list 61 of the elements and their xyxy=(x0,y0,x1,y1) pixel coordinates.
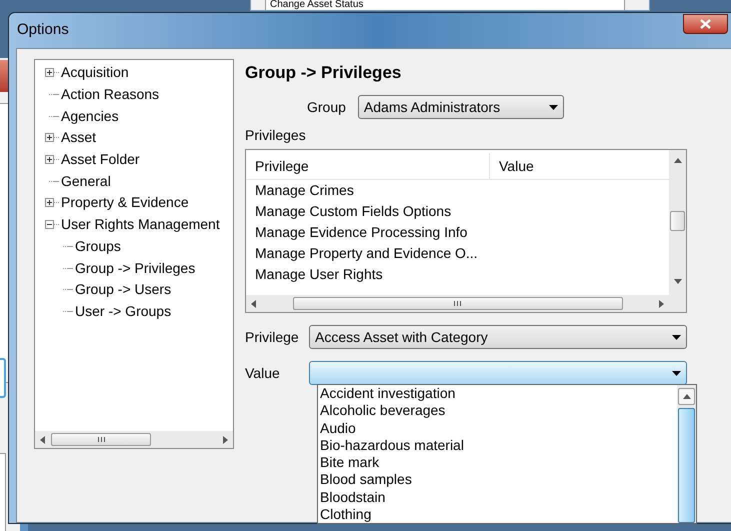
tree-item[interactable]: Asset xyxy=(59,127,98,148)
dropdown[interactable]: Access Asset with Category xyxy=(309,325,687,349)
page-heading: Group -> Privileges xyxy=(245,62,402,84)
dropdown-option[interactable]: Bite mark xyxy=(318,454,677,472)
dropdown-option[interactable]: Audio xyxy=(318,420,677,437)
scroll-arrow-icon[interactable] xyxy=(682,394,690,399)
close-icon xyxy=(700,18,711,28)
field-label: Value xyxy=(245,364,281,382)
dropdown-arrow-icon xyxy=(672,334,681,340)
dropdown-option[interactable]: Alcoholic beverages xyxy=(318,402,677,420)
tree-item[interactable]: Agencies xyxy=(59,106,121,127)
expand-icon[interactable] xyxy=(45,133,54,142)
vertical-scrollbar[interactable] xyxy=(677,385,696,523)
scroll-arrow-icon[interactable] xyxy=(223,436,228,444)
field-label: Privilege xyxy=(245,328,300,347)
tree-item[interactable]: Groups xyxy=(73,236,123,257)
horizontal-scrollbar[interactable] xyxy=(35,431,233,448)
tree-item[interactable]: Property & Evidence xyxy=(59,192,191,214)
expand-icon[interactable] xyxy=(45,155,54,164)
dropdown-option[interactable]: Clothing xyxy=(318,506,677,523)
table-cell-text: Manage Property and Evidence O... xyxy=(254,244,479,263)
scroll-thumb[interactable] xyxy=(678,408,695,523)
vertical-scrollbar[interactable] xyxy=(669,150,686,312)
close-button[interactable] xyxy=(683,14,728,34)
tree-item[interactable]: Group -> Privileges xyxy=(73,258,198,279)
tree-item[interactable]: User Rights Management xyxy=(59,214,222,236)
tree-item[interactable]: Action Reasons xyxy=(59,84,162,106)
tree-item[interactable]: Acquisition xyxy=(59,62,131,84)
scroll-arrow-icon[interactable] xyxy=(40,436,45,444)
collapse-icon[interactable] xyxy=(45,220,54,230)
scroll-arrow-icon[interactable] xyxy=(674,279,682,284)
scroll-thumb[interactable] xyxy=(292,297,622,310)
expand-icon[interactable] xyxy=(45,68,54,78)
dropdown-option[interactable]: Blood samples xyxy=(318,471,677,488)
scroll-arrow-icon[interactable] xyxy=(251,300,256,308)
dropdown[interactable]: Adams Administrators xyxy=(358,95,564,119)
tree-item[interactable]: User -> Groups xyxy=(73,300,174,322)
scroll-arrow-icon[interactable] xyxy=(674,158,682,163)
dropdown-arrow-icon xyxy=(548,104,558,110)
table-cell-text: Manage Crimes xyxy=(254,181,355,200)
expand-icon[interactable] xyxy=(45,198,54,208)
column-header[interactable]: Privilege xyxy=(246,153,490,179)
tree-item[interactable]: Asset Folder xyxy=(59,149,142,170)
section-label: Privileges xyxy=(245,126,307,145)
scroll-thumb[interactable] xyxy=(51,433,151,446)
dropdown-option[interactable]: Bloodstain xyxy=(318,488,677,506)
scroll-thumb[interactable] xyxy=(670,211,685,231)
field-label: Group xyxy=(307,98,346,117)
dropdown-arrow-icon xyxy=(672,370,681,376)
window-title: Options xyxy=(17,20,69,40)
dropdown[interactable] xyxy=(309,361,687,385)
dropdown-option[interactable]: Bio-hazardous material xyxy=(318,436,677,454)
tree-item[interactable]: Group -> Users xyxy=(73,279,174,300)
table-cell-text: Manage Evidence Processing Info xyxy=(254,223,468,242)
table-cell-text: Manage User Rights xyxy=(254,265,384,284)
scroll-arrow-icon[interactable] xyxy=(659,300,664,308)
tree-item[interactable]: General xyxy=(59,170,113,192)
dropdown-option[interactable]: Accident investigation xyxy=(318,385,677,402)
column-header[interactable]: Value xyxy=(490,153,669,179)
table-cell-text: Manage Custom Fields Options xyxy=(254,202,452,221)
horizontal-scrollbar[interactable] xyxy=(246,295,669,312)
